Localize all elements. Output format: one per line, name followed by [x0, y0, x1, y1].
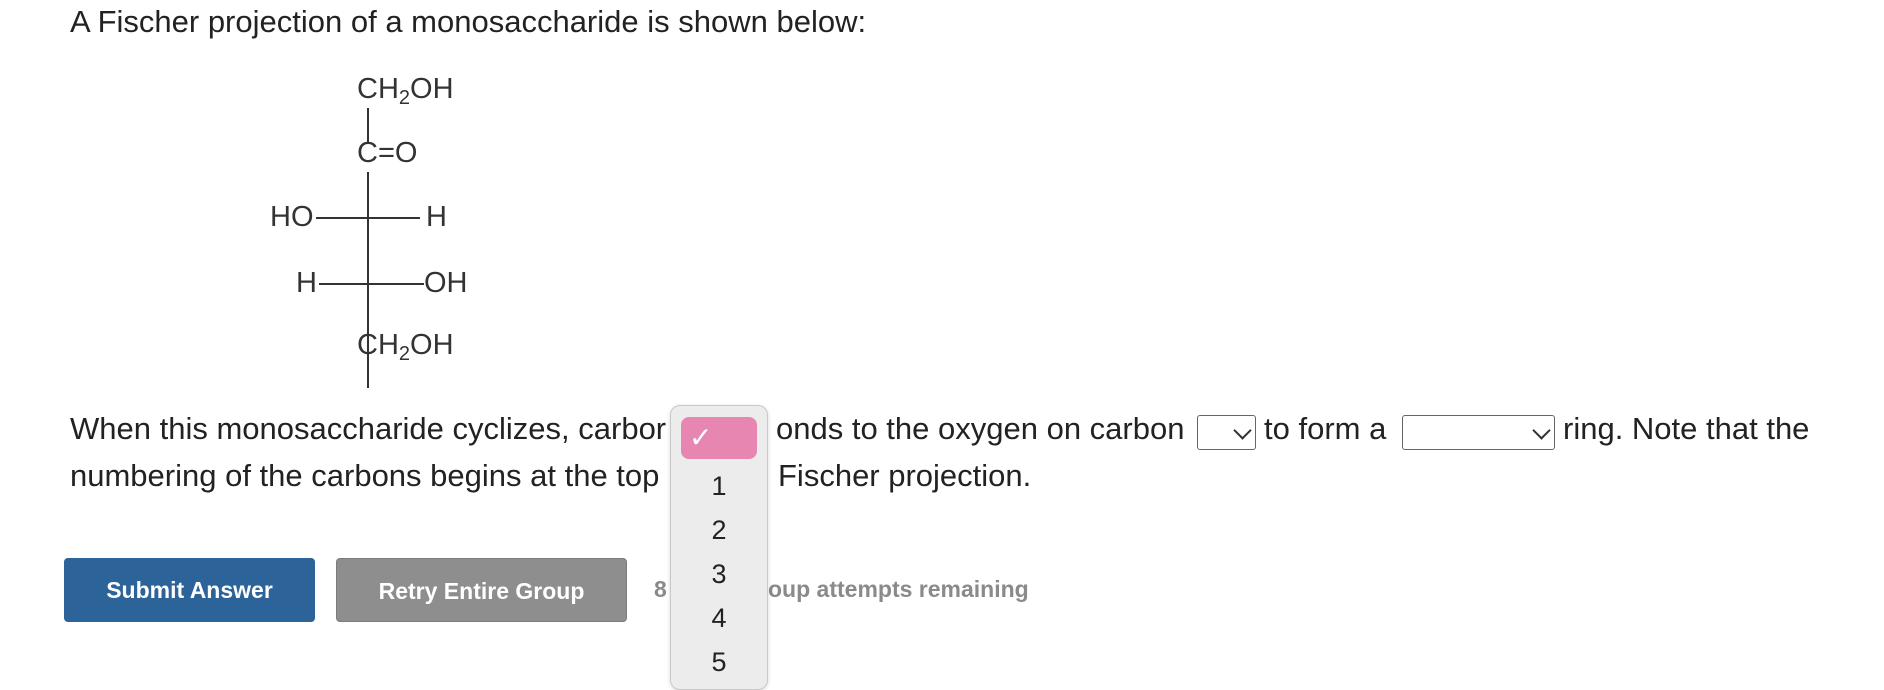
dropdown-option-5[interactable]: 5: [671, 645, 767, 679]
retry-group-button[interactable]: Retry Entire Group: [336, 558, 627, 622]
row2-left-label: H: [296, 267, 317, 299]
chevron-down-icon: [1532, 421, 1551, 440]
dropdown-option-3[interactable]: 3: [671, 557, 767, 591]
row2-right-label: OH: [424, 267, 468, 299]
row2-bond-line: [319, 283, 424, 285]
chevron-down-icon: [1233, 421, 1252, 440]
dropdown-selected-option[interactable]: ✓: [681, 417, 757, 459]
question-line-2-part-2: Fischer projection.: [778, 458, 1032, 493]
carbon-dropdown-menu[interactable]: ✓ 1 2 3 4 5: [670, 405, 768, 690]
attempts-remaining-label: oup attempts remaining: [768, 576, 1029, 602]
dropdown-option-1[interactable]: 1: [671, 469, 767, 503]
dropdown-option-2[interactable]: 2: [671, 513, 767, 547]
attempts-count: 8: [654, 576, 667, 602]
bottom-ch2oh-label: CH2OH: [357, 329, 454, 365]
carbon-number-select[interactable]: [1197, 415, 1256, 450]
ring-type-select[interactable]: [1402, 415, 1555, 450]
top-ch2oh-label: CH2OH: [357, 73, 454, 109]
row1-right-label: H: [426, 201, 447, 233]
question-line-1-part-4: ring. Note that the: [1563, 411, 1810, 446]
dropdown-option-4[interactable]: 4: [671, 601, 767, 635]
row1-left-label: HO: [270, 201, 314, 233]
question-line-2-part-1: numbering of the carbons begins at the t…: [70, 458, 660, 493]
question-line-1-part-1: When this monosaccharide cyclizes, carbo…: [70, 411, 667, 446]
question-prompt: A Fischer projection of a monosaccharide…: [70, 4, 867, 39]
carbonyl-label: C=O: [357, 137, 418, 169]
row1-bond-line: [316, 217, 420, 219]
checkmark-icon: ✓: [689, 422, 713, 453]
submit-answer-button[interactable]: Submit Answer: [64, 558, 315, 622]
fischer-projection: CH2OH C=O HO H H OH CH2OH: [260, 60, 500, 388]
question-line-1-part-2: onds to the oxygen on carbon: [776, 411, 1185, 446]
question-line-1-part-3: to form a: [1264, 411, 1387, 446]
